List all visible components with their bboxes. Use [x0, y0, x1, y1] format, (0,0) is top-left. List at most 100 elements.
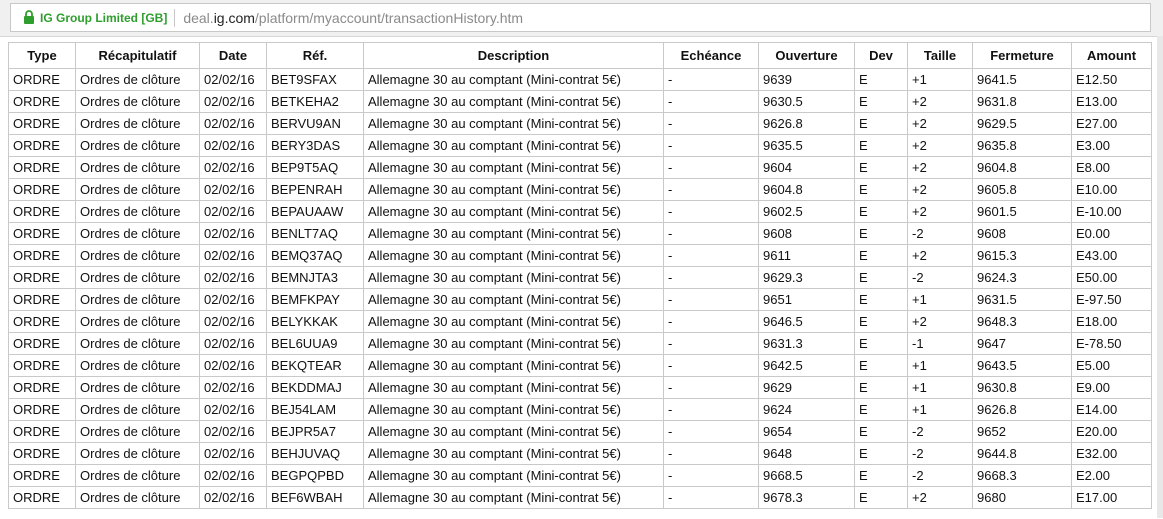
url-text[interactable]: deal.ig.com/platform/myaccount/transacti…: [183, 10, 523, 26]
cell-recap: Ordres de clôture: [75, 354, 200, 377]
cell-recap: Ordres de clôture: [75, 222, 200, 245]
cell-fermeture: 9631.5: [972, 288, 1072, 311]
cell-ref: BEL6UUA9: [266, 332, 364, 355]
address-bar[interactable]: IG Group Limited [GB] deal.ig.com/platfo…: [10, 3, 1151, 32]
cell-description: Allemagne 30 au comptant (Mini-contrat 5…: [363, 288, 664, 311]
table-row[interactable]: ORDRE Ordres de clôture 02/02/16 BEKDDMAJ Al…: [8, 376, 1152, 399]
cell-amount: E43.00: [1071, 244, 1152, 267]
cell-echeance: -: [663, 112, 759, 135]
table-row[interactable]: ORDRE Ordres de clôture 02/02/16 BEMQ37AQ Al…: [8, 244, 1152, 267]
cell-recap: Ordres de clôture: [75, 398, 200, 421]
cell-echeance: -: [663, 420, 759, 443]
cell-type: ORDRE: [8, 222, 76, 245]
cell-ouverture: 9608: [758, 222, 855, 245]
column-header-amount[interactable]: Amount: [1071, 42, 1152, 69]
cell-type: ORDRE: [8, 68, 76, 91]
table-row[interactable]: ORDRE Ordres de clôture 02/02/16 BEKQTEAR Al…: [8, 354, 1152, 377]
cell-ref: BENLT7AQ: [266, 222, 364, 245]
column-header-date[interactable]: Date: [199, 42, 267, 69]
cell-dev: E: [854, 200, 908, 223]
column-header-dev[interactable]: Dev: [854, 42, 908, 69]
cell-description: Allemagne 30 au comptant (Mini-contrat 5…: [363, 420, 664, 443]
cell-recap: Ordres de clôture: [75, 376, 200, 399]
column-header-fermeture[interactable]: Fermeture: [972, 42, 1072, 69]
cell-type: ORDRE: [8, 354, 76, 377]
cell-recap: Ordres de clôture: [75, 90, 200, 113]
cell-ouverture: 9630.5: [758, 90, 855, 113]
table-row[interactable]: ORDRE Ordres de clôture 02/02/16 BET9SFAX Al…: [8, 68, 1152, 91]
table-row[interactable]: ORDRE Ordres de clôture 02/02/16 BERVU9AN Al…: [8, 112, 1152, 135]
cell-description: Allemagne 30 au comptant (Mini-contrat 5…: [363, 244, 664, 267]
cell-echeance: -: [663, 266, 759, 289]
cell-date: 02/02/16: [199, 244, 267, 267]
table-row[interactable]: ORDRE Ordres de clôture 02/02/16 BEL6UUA9 Al…: [8, 332, 1152, 355]
cell-recap: Ordres de clôture: [75, 442, 200, 465]
table-row[interactable]: ORDRE Ordres de clôture 02/02/16 BEJ54LAM Al…: [8, 398, 1152, 421]
scrollbar[interactable]: [1157, 36, 1163, 518]
cell-ref: BETKEHA2: [266, 90, 364, 113]
column-header-ouverture[interactable]: Ouverture: [758, 42, 855, 69]
table-row[interactable]: ORDRE Ordres de clôture 02/02/16 BEPAUAAW Al…: [8, 200, 1152, 223]
table-row[interactable]: ORDRE Ordres de clôture 02/02/16 BEJPR5A7 Al…: [8, 420, 1152, 443]
cell-fermeture: 9635.8: [972, 134, 1072, 157]
cell-date: 02/02/16: [199, 310, 267, 333]
column-header-recap[interactable]: Récapitulatif: [75, 42, 200, 69]
cell-date: 02/02/16: [199, 398, 267, 421]
cell-fermeture: 9604.8: [972, 156, 1072, 179]
cell-description: Allemagne 30 au comptant (Mini-contrat 5…: [363, 112, 664, 135]
cell-dev: E: [854, 68, 908, 91]
cell-type: ORDRE: [8, 442, 76, 465]
site-identity[interactable]: IG Group Limited [GB]: [40, 11, 167, 25]
table-row[interactable]: ORDRE Ordres de clôture 02/02/16 BEMFKPAY Al…: [8, 288, 1152, 311]
cell-dev: E: [854, 90, 908, 113]
cell-ouverture: 9602.5: [758, 200, 855, 223]
table-row[interactable]: ORDRE Ordres de clôture 02/02/16 BEHJUVAQ Al…: [8, 442, 1152, 465]
cell-echeance: -: [663, 398, 759, 421]
column-header-ref[interactable]: Réf.: [266, 42, 364, 69]
table-row[interactable]: ORDRE Ordres de clôture 02/02/16 BERY3DAS Al…: [8, 134, 1152, 157]
table-row[interactable]: ORDRE Ordres de clôture 02/02/16 BEMNJTA3 Al…: [8, 266, 1152, 289]
cell-echeance: -: [663, 134, 759, 157]
table-row[interactable]: ORDRE Ordres de clôture 02/02/16 BEF6WBAH Al…: [8, 486, 1152, 509]
column-header-taille[interactable]: Taille: [907, 42, 973, 69]
cell-ouverture: 9631.3: [758, 332, 855, 355]
cell-ouverture: 9651: [758, 288, 855, 311]
table-row[interactable]: ORDRE Ordres de clôture 02/02/16 BEGPQPBD Al…: [8, 464, 1152, 487]
lock-icon: [24, 9, 34, 24]
cell-echeance: -: [663, 244, 759, 267]
cell-description: Allemagne 30 au comptant (Mini-contrat 5…: [363, 398, 664, 421]
cell-fermeture: 9668.3: [972, 464, 1072, 487]
table-row[interactable]: ORDRE Ordres de clôture 02/02/16 BEPENRAH Al…: [8, 178, 1152, 201]
cell-amount: E17.00: [1071, 486, 1152, 509]
table-row[interactable]: ORDRE Ordres de clôture 02/02/16 BEP9T5AQ Al…: [8, 156, 1152, 179]
cell-type: ORDRE: [8, 200, 76, 223]
cell-recap: Ordres de clôture: [75, 134, 200, 157]
cell-ref: BEMNJTA3: [266, 266, 364, 289]
cell-echeance: -: [663, 486, 759, 509]
table-row[interactable]: ORDRE Ordres de clôture 02/02/16 BETKEHA2 Al…: [8, 90, 1152, 113]
table-row[interactable]: ORDRE Ordres de clôture 02/02/16 BENLT7AQ Al…: [8, 222, 1152, 245]
cell-fermeture: 9680: [972, 486, 1072, 509]
cell-type: ORDRE: [8, 376, 76, 399]
cell-fermeture: 9626.8: [972, 398, 1072, 421]
cell-ouverture: 9604: [758, 156, 855, 179]
cell-date: 02/02/16: [199, 266, 267, 289]
cell-description: Allemagne 30 au comptant (Mini-contrat 5…: [363, 200, 664, 223]
cell-recap: Ordres de clôture: [75, 420, 200, 443]
cell-ref: BEKDDMAJ: [266, 376, 364, 399]
column-header-type[interactable]: Type: [8, 42, 76, 69]
cell-echeance: -: [663, 310, 759, 333]
cell-description: Allemagne 30 au comptant (Mini-contrat 5…: [363, 310, 664, 333]
table-row[interactable]: ORDRE Ordres de clôture 02/02/16 BELYKKAK Al…: [8, 310, 1152, 333]
cell-dev: E: [854, 376, 908, 399]
cell-dev: E: [854, 354, 908, 377]
cell-ref: BEPENRAH: [266, 178, 364, 201]
cell-dev: E: [854, 486, 908, 509]
column-header-description[interactable]: Description: [363, 42, 664, 69]
cell-echeance: -: [663, 442, 759, 465]
cell-taille: +1: [907, 354, 973, 377]
cell-dev: E: [854, 332, 908, 355]
cell-taille: -2: [907, 222, 973, 245]
column-header-echeance[interactable]: Echéance: [663, 42, 759, 69]
cell-recap: Ordres de clôture: [75, 156, 200, 179]
